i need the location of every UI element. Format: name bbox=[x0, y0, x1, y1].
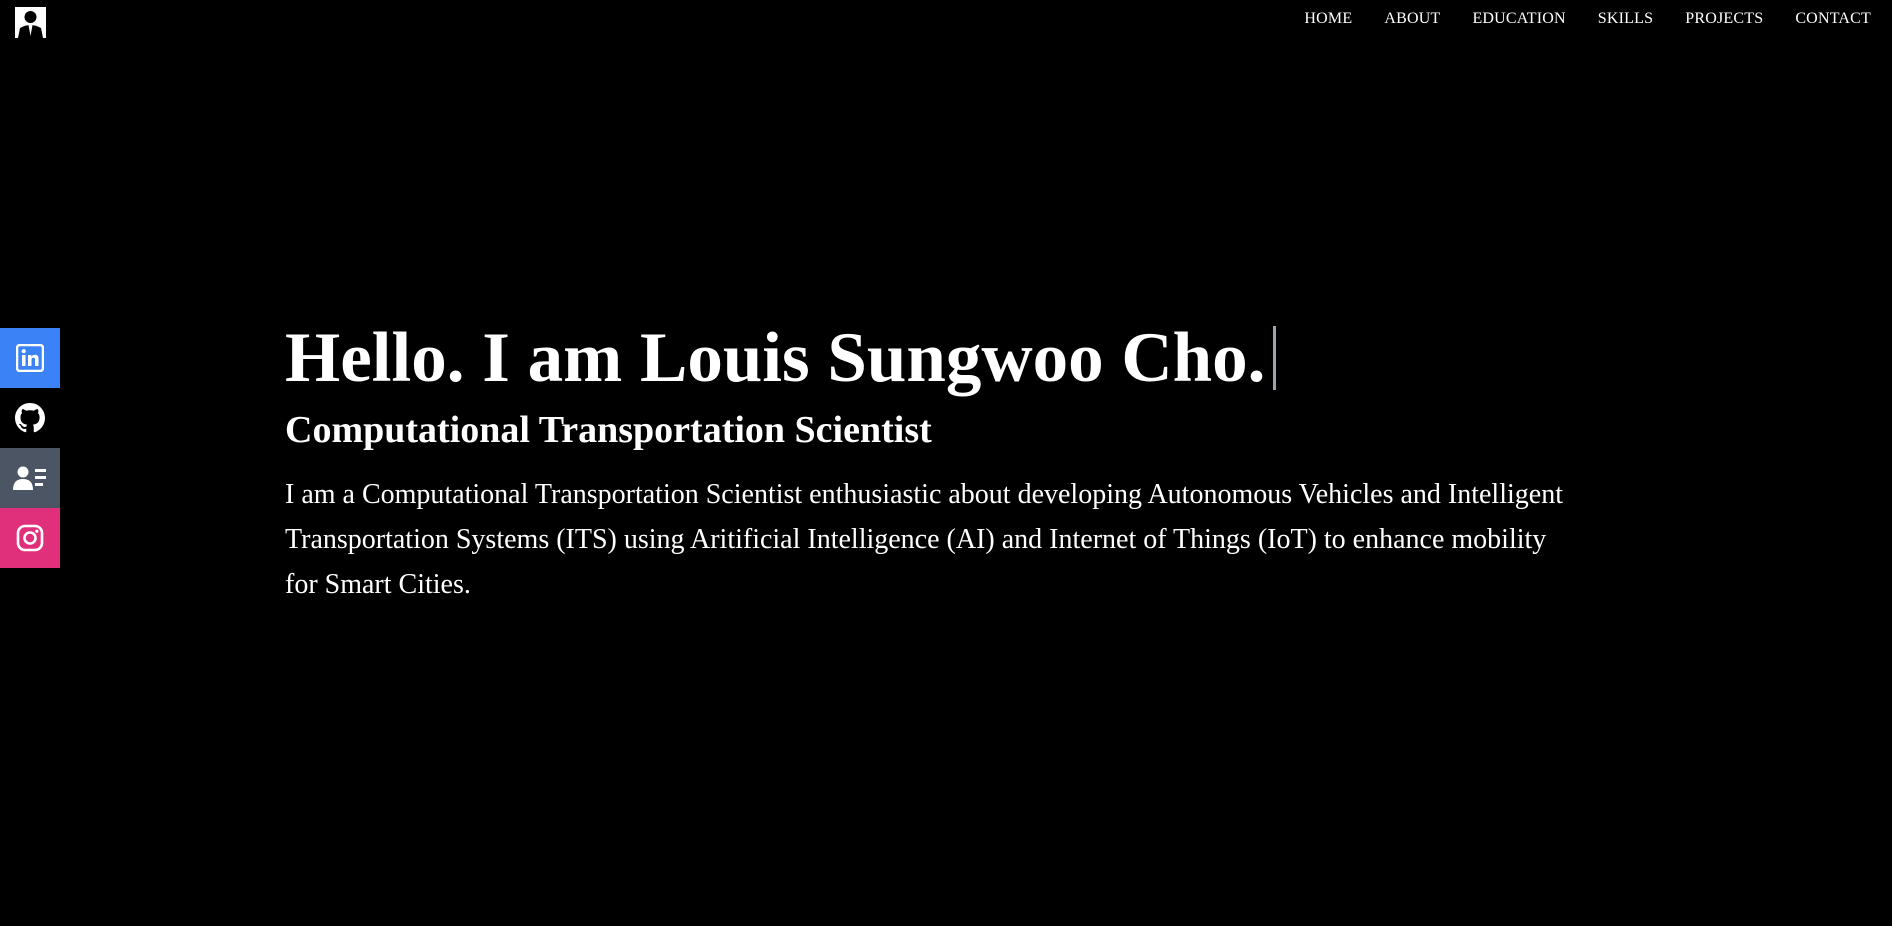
main-nav: HOME ABOUT EDUCATION SKILLS PROJECTS CON… bbox=[1304, 10, 1871, 28]
social-sidebar bbox=[0, 328, 60, 568]
typing-cursor bbox=[1273, 326, 1277, 390]
hero-title: Computational Transportation Scientist bbox=[285, 409, 932, 451]
resume-icon bbox=[13, 466, 46, 490]
logo[interactable] bbox=[15, 7, 46, 38]
hero-section: Hello. I am Louis Sungwoo Cho. Computati… bbox=[285, 316, 1585, 607]
instagram-button[interactable] bbox=[0, 508, 60, 568]
nav-education[interactable]: EDUCATION bbox=[1472, 10, 1565, 28]
github-icon bbox=[15, 403, 45, 433]
linkedin-button[interactable] bbox=[0, 328, 60, 388]
site-header: HOME ABOUT EDUCATION SKILLS PROJECTS CON… bbox=[0, 0, 1892, 40]
hero-description: I am a Computational Transportation Scie… bbox=[285, 479, 1563, 600]
nav-about[interactable]: ABOUT bbox=[1384, 10, 1440, 28]
nav-home[interactable]: HOME bbox=[1304, 10, 1352, 28]
instagram-icon bbox=[16, 524, 44, 552]
github-button[interactable] bbox=[0, 388, 60, 448]
hero-heading: Hello. I am Louis Sungwoo Cho. bbox=[285, 316, 1585, 400]
nav-projects[interactable]: PROJECTS bbox=[1685, 10, 1763, 28]
resume-button[interactable] bbox=[0, 448, 60, 508]
hero-greeting: Hello. I am Louis Sungwoo Cho. bbox=[285, 319, 1266, 397]
nav-contact[interactable]: CONTACT bbox=[1795, 10, 1871, 28]
person-silhouette-icon bbox=[15, 7, 46, 38]
nav-skills[interactable]: SKILLS bbox=[1598, 10, 1653, 28]
linkedin-icon bbox=[16, 344, 44, 372]
